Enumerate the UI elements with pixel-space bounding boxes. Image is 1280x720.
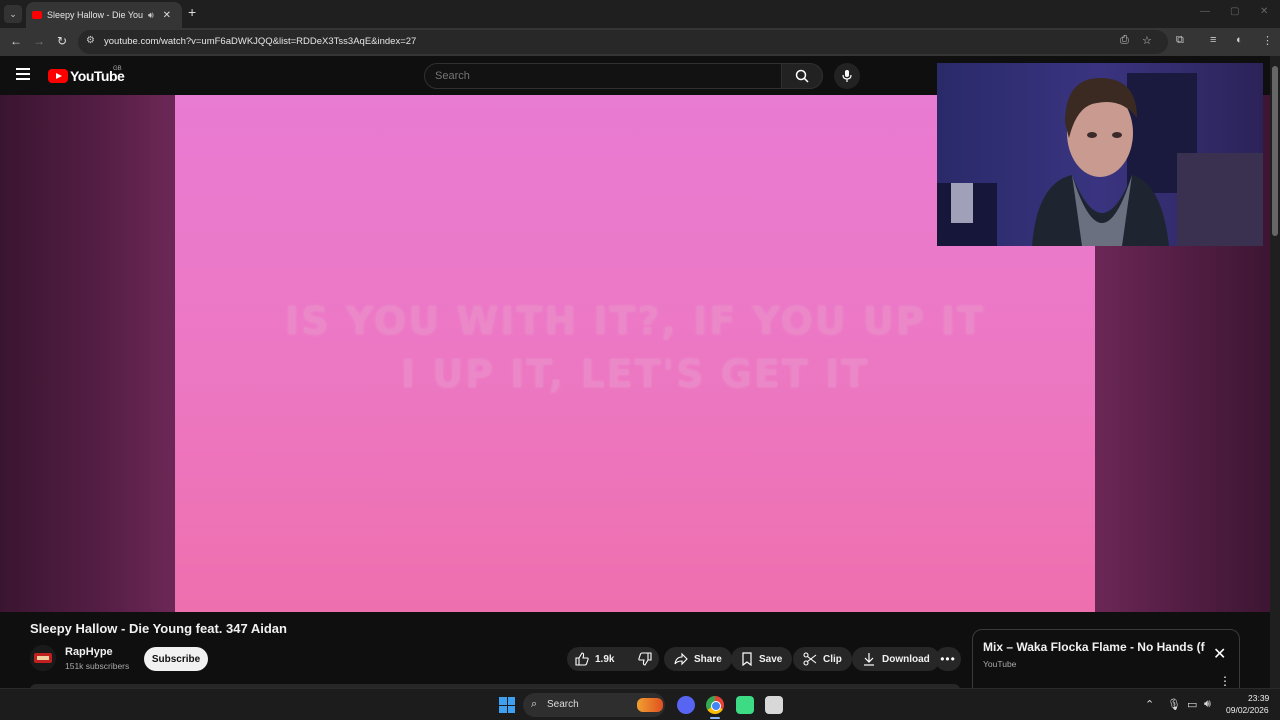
forward-arrow-icon[interactable]: → (33, 34, 45, 48)
clip-label: Clip (823, 653, 842, 665)
lyrics-line-2: I UP IT, LET'S GET IT (400, 352, 870, 396)
reload-icon[interactable]: ↻ (57, 34, 67, 48)
scissors-icon (803, 652, 817, 666)
video-lyrics-overlay: IS YOU WITH IT?, IF YOU UP IT I UP IT, L… (175, 295, 1095, 401)
hamburger-menu-icon[interactable] (16, 68, 30, 80)
search-button[interactable] (781, 63, 823, 89)
back-arrow-icon[interactable]: ← (10, 34, 22, 48)
share-button[interactable]: Share (664, 647, 732, 671)
media-control-icon[interactable]: ≡ (1210, 34, 1216, 46)
profile-avatar-icon[interactable]: ◐ (1236, 34, 1243, 46)
save-label: Save (759, 653, 783, 665)
tab-close-icon[interactable]: ✕ (163, 10, 171, 21)
channel-avatar[interactable] (30, 645, 56, 671)
youtube-favicon-icon (32, 11, 42, 19)
green-app-icon[interactable] (736, 696, 754, 714)
webcam-feed-image (937, 63, 1263, 246)
mix-more-icon[interactable]: ⋮ (1219, 674, 1231, 688)
share-label: Share (694, 653, 722, 665)
windows-start-icon[interactable] (499, 697, 515, 713)
close-icon[interactable]: ✕ (1213, 644, 1226, 664)
subscribe-button[interactable]: Subscribe (144, 647, 208, 671)
notes-app-icon[interactable] (765, 696, 783, 714)
thumbs-down-icon[interactable] (638, 652, 653, 666)
taskbar-search-label: Search (547, 699, 579, 710)
mix-playlist-panel[interactable]: Mix – Waka Flocka Flame - No Hands (feat… (972, 629, 1240, 691)
search-highlight-icon[interactable] (637, 698, 663, 712)
tab-title: Sleepy Hallow - Die Young feat. 347 Aida… (47, 10, 143, 20)
microphone-icon (842, 70, 852, 82)
discord-app-icon[interactable] (677, 696, 695, 714)
close-window-icon[interactable]: ✕ (1260, 6, 1268, 17)
bookmark-icon (742, 652, 752, 666)
search-icon: ⌕ (531, 698, 538, 710)
channel-name[interactable]: RapHype (65, 646, 113, 658)
mix-subtitle: YouTube (983, 659, 1017, 669)
video-title: Sleepy Hallow - Die Young feat. 347 Aida… (30, 621, 287, 636)
tray-volume-icon[interactable]: 🔊︎ (1204, 698, 1211, 711)
browser-tab-bar: ⌄ Sleepy Hallow - Die Young feat. 347 Ai… (0, 0, 1280, 28)
more-actions-icon[interactable]: ••• (935, 647, 961, 671)
browser-menu-icon[interactable]: ⋮ (1262, 34, 1273, 47)
country-code: GB (113, 66, 122, 72)
tray-network-icon[interactable]: ▭ (1187, 698, 1197, 711)
minimize-window-icon[interactable]: — (1200, 6, 1210, 17)
chrome-app-icon[interactable] (706, 696, 724, 714)
like-count[interactable]: 1.9k (595, 654, 614, 665)
save-button[interactable]: Save (731, 647, 793, 671)
share-arrow-icon (674, 652, 688, 666)
browser-toolbar: ← → ↻ ⚙ youtube.com/watch?v=umF6aDWKJQQ&… (0, 28, 1280, 56)
lyrics-line-1: IS YOU WITH IT?, IF YOU UP IT (285, 299, 985, 343)
bookmark-star-icon[interactable]: ☆ (1142, 34, 1152, 47)
page-scrollbar[interactable] (1270, 56, 1280, 688)
tab-audio-playing-icon[interactable]: 🔊︎ (148, 10, 154, 21)
site-info-icon[interactable]: ⚙ (86, 35, 95, 46)
extensions-icon[interactable]: ⧉ (1176, 34, 1184, 47)
download-icon (864, 653, 874, 666)
windows-taskbar: ⌕ Search ⌃ 🎙︎ ▭ 🔊︎ (0, 688, 1280, 720)
search-input[interactable] (435, 70, 765, 82)
search-icon (795, 69, 809, 83)
tray-overflow-chevron-icon[interactable]: ⌃ (1145, 698, 1154, 711)
download-label: Download (882, 653, 930, 665)
thumbs-up-icon[interactable] (575, 652, 589, 666)
raphype-logo-icon (30, 645, 56, 671)
clip-button[interactable]: Clip (793, 647, 852, 671)
chrome-running-indicator (710, 717, 720, 719)
address-bar[interactable]: ⚙ youtube.com/watch?v=umF6aDWKJQQ&list=R… (78, 30, 1168, 54)
taskbar-clock-time[interactable]: 23:39 (1248, 693, 1269, 703)
install-app-icon[interactable]: ⎙ (1120, 34, 1129, 47)
download-button[interactable]: Download (852, 647, 940, 671)
new-tab-icon[interactable]: + (188, 4, 196, 20)
youtube-logo-icon[interactable] (48, 69, 68, 83)
webcam-overlay (937, 63, 1263, 246)
tray-microphone-icon[interactable]: 🎙︎ (1167, 698, 1181, 711)
voice-search-button[interactable] (834, 63, 860, 89)
search-box[interactable] (424, 63, 782, 89)
tab-search-dropdown-icon[interactable]: ⌄ (4, 5, 22, 23)
like-dislike-group: 1.9k (567, 647, 659, 671)
url-text[interactable]: youtube.com/watch?v=umF6aDWKJQQ&list=RDD… (104, 36, 416, 47)
channel-subscriber-count: 151k subscribers (65, 661, 130, 671)
mix-title[interactable]: Mix – Waka Flocka Flame - No Hands (feat… (983, 640, 1205, 654)
scrollbar-thumb[interactable] (1272, 66, 1278, 236)
browser-tab-active[interactable]: Sleepy Hallow - Die Young feat. 347 Aida… (26, 2, 182, 28)
taskbar-clock-date[interactable]: 09/02/2026 (1226, 705, 1269, 715)
taskbar-search-box[interactable]: ⌕ Search (523, 693, 665, 717)
maximize-window-icon[interactable]: ▢ (1230, 6, 1239, 17)
